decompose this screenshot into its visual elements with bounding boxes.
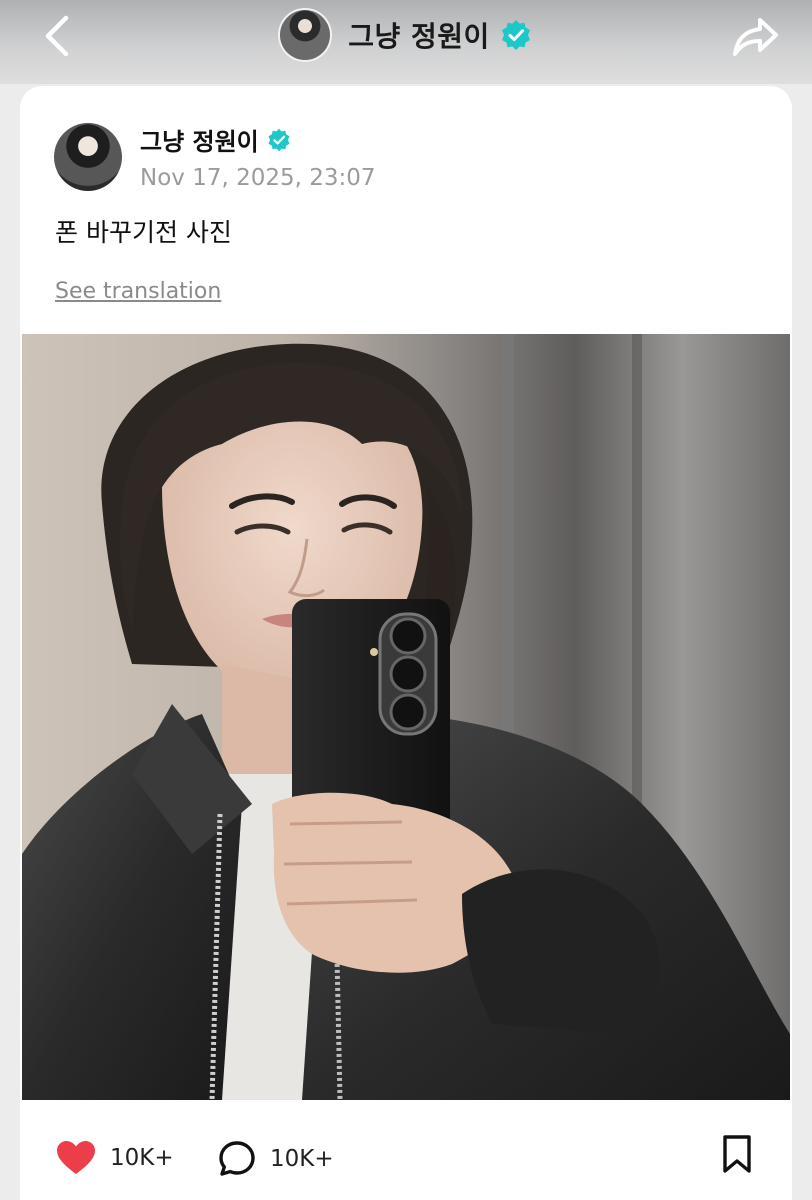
like-count: 10K+ [110,1145,174,1171]
post-photo[interactable] [22,334,790,1100]
see-translation-link[interactable]: See translation [55,279,221,304]
author-name[interactable]: 그냥 정원이 [140,122,259,157]
header-title: 그냥 정원이 [348,20,490,53]
post-timestamp: Nov 17, 2025, 23:07 [140,165,376,191]
comment-button[interactable]: 10K+ [218,1140,334,1178]
comment-count: 10K+ [270,1146,334,1172]
avatar[interactable] [54,122,122,191]
share-arrow-icon [733,18,778,56]
verified-badge-icon [501,20,530,50]
comment-bubble-icon [219,1141,255,1176]
post-text: 폰 바꾸기전 사진 [55,218,232,247]
header-avatar[interactable] [280,10,331,60]
share-button[interactable] [730,12,782,60]
bookmark-button[interactable] [720,1134,754,1174]
header-profile[interactable]: 그냥 정원이 [0,10,812,60]
author-name-row: 그냥 정원이 [140,122,376,157]
post-author[interactable]: 그냥 정원이 Nov 17, 2025, 23:07 [54,122,376,191]
author-info: 그냥 정원이 Nov 17, 2025, 23:07 [140,122,376,191]
bookmark-icon [723,1135,751,1173]
verified-badge-icon [268,128,290,151]
heart-icon [57,1141,95,1174]
top-bar: 그냥 정원이 [0,0,812,84]
post-card: 그냥 정원이 Nov 17, 2025, 23:07 폰 바꾸기전 사진 See… [20,86,792,1200]
photo-image [22,334,790,1100]
like-button[interactable]: 10K+ [56,1140,174,1176]
action-bar: 10K+ 10K+ [20,1100,792,1200]
